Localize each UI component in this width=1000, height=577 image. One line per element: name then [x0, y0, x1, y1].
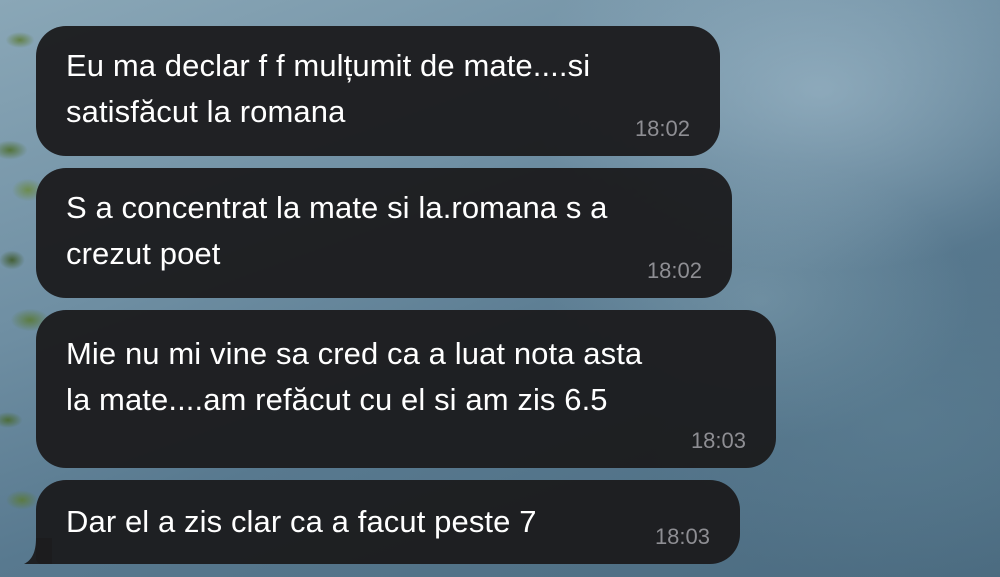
message-text: Mie nu mi vine sa cred ca a luat nota as… [66, 336, 643, 417]
message-timestamp: 18:02 [646, 258, 702, 283]
message-timestamp: 18:02 [634, 116, 690, 141]
message-bubble[interactable]: Dar el a zis clar ca a facut peste 7 18:… [36, 480, 740, 564]
message-text: S a concentrat la mate si la.romana s a … [66, 190, 608, 271]
message-bubble[interactable]: Eu ma declar f f mulțumit de mate....si … [36, 26, 720, 156]
message-timestamp: 18:03 [690, 428, 746, 453]
message-bubble[interactable]: S a concentrat la mate si la.romana s a … [36, 168, 732, 298]
message-text: Eu ma declar f f mulțumit de mate....si … [66, 48, 591, 129]
message-bubble[interactable]: Mie nu mi vine sa cred ca a luat nota as… [36, 310, 776, 468]
message-text: Dar el a zis clar ca a facut peste 7 [66, 504, 537, 539]
message-timestamp: 18:03 [654, 524, 710, 549]
